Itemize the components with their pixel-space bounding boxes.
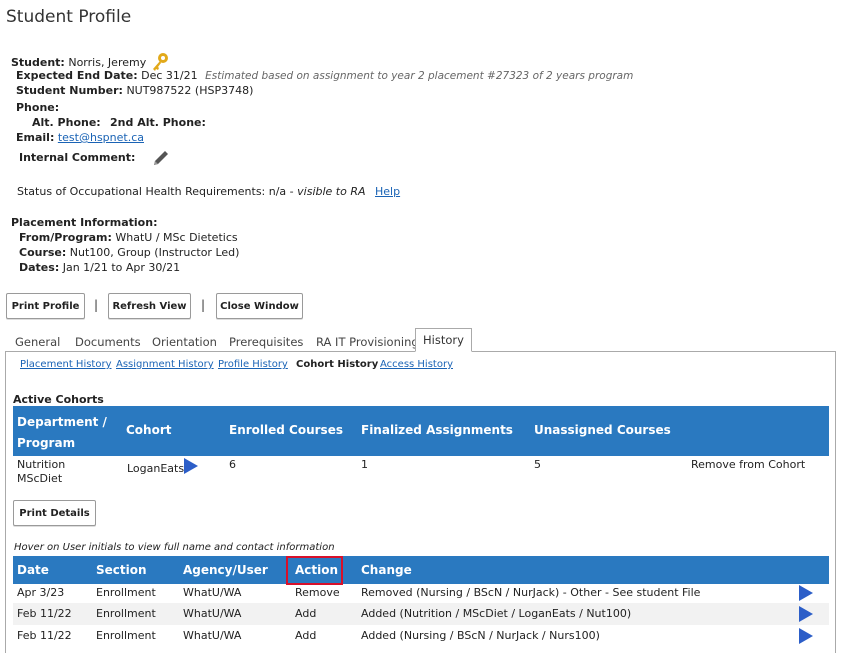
tab-history[interactable]: History <box>415 328 472 352</box>
ohr-line: Status of Occupational Health Requiremen… <box>17 185 400 198</box>
history-section: Enrollment <box>96 586 156 599</box>
placement-from-line: From/Program: WhatU / MSc Dietetics <box>19 231 238 244</box>
history-table-header: Date Section Agency/User Action Change <box>13 556 829 584</box>
col-enrolled-courses: Enrolled Courses <box>229 423 343 437</box>
end-date-line: Expected End Date: Dec 31/21 Estimated b… <box>16 69 633 82</box>
subtab-assignment-history[interactable]: Assignment History <box>116 359 214 370</box>
print-profile-button[interactable]: Print Profile <box>6 293 85 319</box>
subtab-access-history[interactable]: Access History <box>380 359 453 370</box>
enrolled-courses-cell: 6 <box>229 458 236 471</box>
alt-phone-label: Alt. Phone: <box>32 116 101 129</box>
student-number-value: NUT987522 (HSP3748) <box>126 84 254 97</box>
email-line: Email: test@hspnet.ca <box>16 131 144 144</box>
student-name: Norris, Jeremy <box>68 56 147 69</box>
phone-label: Phone: <box>16 101 60 114</box>
placement-course-line: Course: Nut100, Group (Instructor Led) <box>19 246 239 259</box>
active-cohorts-heading: Active Cohorts <box>13 393 104 406</box>
subtab-profile-history[interactable]: Profile History <box>218 359 288 370</box>
internal-comment-line: Internal Comment: <box>19 148 171 168</box>
student-number-line: Student Number: NUT987522 (HSP3748) <box>16 84 253 97</box>
tab-general[interactable]: General <box>15 335 60 349</box>
end-date-note: Estimated based on assignment to year 2 … <box>205 70 634 82</box>
col-change: Change <box>361 563 412 577</box>
remove-from-cohort-link[interactable]: Remove from Cohort <box>691 458 805 471</box>
from-value: WhatU / MSc Dietetics <box>115 231 238 244</box>
end-date-value: Dec 31/21 <box>141 69 198 82</box>
history-section: Enrollment <box>96 629 156 642</box>
history-date: Apr 3/23 <box>17 586 65 599</box>
history-date: Feb 11/22 <box>17 629 72 642</box>
subtab-placement-history[interactable]: Placement History <box>20 359 112 370</box>
history-date: Feb 11/22 <box>17 607 72 620</box>
play-icon[interactable] <box>799 585 813 601</box>
email-link[interactable]: test@hspnet.ca <box>58 131 144 144</box>
toolbar-separator: | <box>94 298 99 312</box>
placement-heading: Placement Information: <box>11 216 158 229</box>
col-section: Section <box>96 563 147 577</box>
history-agency: WhatU/WA <box>183 629 242 642</box>
unassigned-courses-cell: 5 <box>534 458 541 471</box>
history-action: Remove <box>295 586 340 599</box>
help-link[interactable]: Help <box>375 185 400 198</box>
history-action: Add <box>295 629 317 642</box>
history-change: Removed (Nursing / BScN / NurJack) - Oth… <box>361 586 701 599</box>
placement-dates-line: Dates: Jan 1/21 to Apr 30/21 <box>19 261 180 274</box>
subtab-cohort-history[interactable]: Cohort History <box>296 359 378 370</box>
refresh-view-button[interactable]: Refresh View <box>108 293 191 319</box>
col-agency-user: Agency/User <box>183 563 268 577</box>
finalized-assignments-cell: 1 <box>361 458 368 471</box>
student-label: Student: <box>11 56 65 69</box>
dates-label: Dates: <box>19 261 60 274</box>
email-label: Email: <box>16 131 55 144</box>
col-unassigned-courses: Unassigned Courses <box>534 423 671 437</box>
cohort-dept-cell: Nutrition MScDiet <box>17 458 66 485</box>
play-icon[interactable] <box>799 628 813 644</box>
ohr-text: Status of Occupational Health Requiremen… <box>17 185 298 198</box>
from-label: From/Program: <box>19 231 112 244</box>
play-icon[interactable] <box>799 606 813 622</box>
tab-orientation[interactable]: Orientation <box>152 335 217 349</box>
page-title: Student Profile <box>6 7 132 27</box>
history-agency: WhatU/WA <box>183 586 242 599</box>
dates-value: Jan 1/21 to Apr 30/21 <box>62 261 181 274</box>
history-change: Added (Nursing / BScN / NurJack / Nurs10… <box>361 629 600 642</box>
ohr-visible-note: visible to RA <box>297 185 366 198</box>
internal-comment-label: Internal Comment: <box>19 151 136 164</box>
course-label: Course: <box>19 246 67 259</box>
col-department-program: Department / Program <box>17 415 107 450</box>
hover-note: Hover on User initials to view full name… <box>14 542 335 553</box>
tab-prerequisites[interactable]: Prerequisites <box>229 335 303 349</box>
cohort-name-cell: LoganEats <box>127 462 185 475</box>
alt2-phone-label: 2nd Alt. Phone: <box>110 116 206 129</box>
tab-ra-it-provisioning[interactable]: RA IT Provisioning <box>316 335 419 349</box>
play-icon[interactable] <box>184 458 198 474</box>
action-column-highlight <box>286 556 343 585</box>
history-section: Enrollment <box>96 607 156 620</box>
col-date: Date <box>17 563 49 577</box>
history-agency: WhatU/WA <box>183 607 242 620</box>
pencil-icon[interactable] <box>151 148 171 168</box>
close-window-button[interactable]: Close Window <box>216 293 303 319</box>
toolbar-separator: | <box>201 298 206 312</box>
col-finalized-assignments: Finalized Assignments <box>361 423 513 437</box>
tab-documents[interactable]: Documents <box>75 335 141 349</box>
col-cohort: Cohort <box>126 423 172 437</box>
print-details-button[interactable]: Print Details <box>13 500 96 526</box>
history-change: Added (Nutrition / MScDiet / LoganEats /… <box>361 607 632 620</box>
student-number-label: Student Number: <box>16 84 123 97</box>
end-date-label: Expected End Date: <box>16 69 138 82</box>
cohorts-table-header: Department / Program Cohort Enrolled Cou… <box>13 406 829 456</box>
history-action: Add <box>295 607 317 620</box>
course-value: Nut100, Group (Instructor Led) <box>69 246 240 259</box>
